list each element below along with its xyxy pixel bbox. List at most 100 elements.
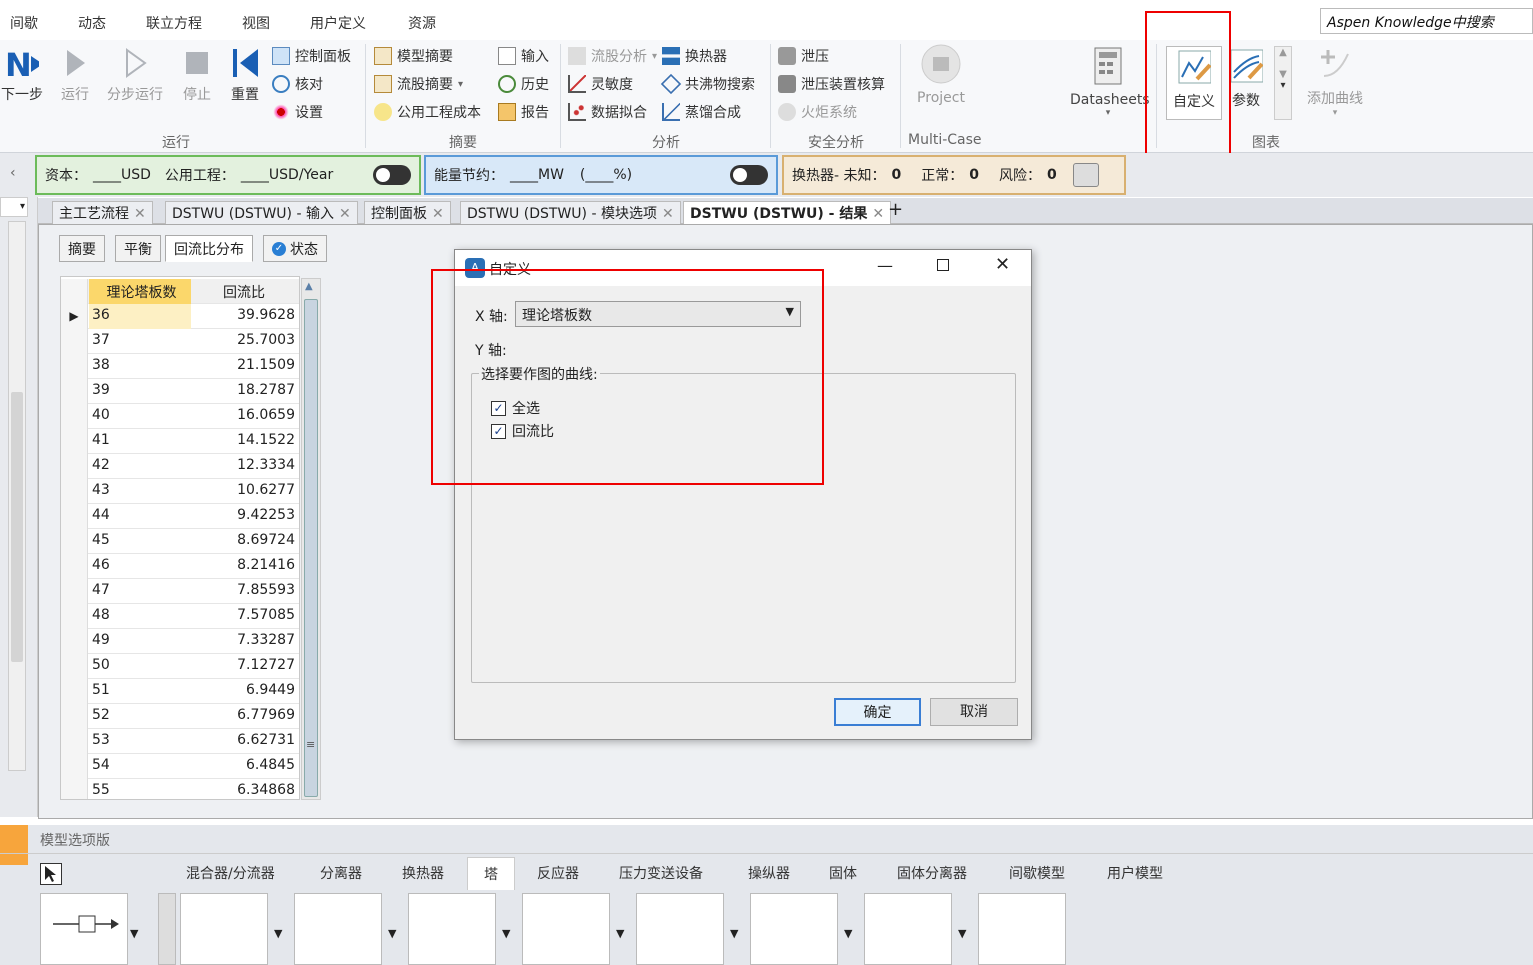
splitter-handle-icon[interactable]: ≡ (306, 738, 315, 751)
control-panel-button[interactable]: 控制面板 (272, 46, 351, 66)
palette-tab-batch[interactable]: 间歇模型 (1009, 863, 1065, 883)
add-curve-button[interactable]: 添加曲线 ▾ (1300, 44, 1370, 118)
left-scrollbar[interactable] (8, 221, 26, 771)
chevron-down-icon[interactable]: ▼ (616, 927, 624, 940)
table-row[interactable]: 49 7.33287 (61, 629, 299, 654)
stage-cell[interactable]: 40 (89, 407, 191, 423)
flare-system-button[interactable]: 火炬系统 (778, 102, 857, 122)
reflux-cell[interactable]: 6.9449 (193, 682, 297, 698)
next-step-button[interactable]: N 下一步 (0, 46, 44, 104)
row-header[interactable] (61, 504, 88, 529)
tab-main-flowsheet[interactable]: 主工艺流程 ✕ (52, 201, 153, 224)
reflux-cell[interactable]: 6.4845 (193, 757, 297, 773)
cancel-button[interactable]: 取消 (930, 698, 1018, 726)
row-header[interactable] (61, 329, 88, 354)
palette-side-tab[interactable] (0, 825, 28, 865)
close-icon[interactable]: ✕ (432, 206, 444, 222)
palette-tab-mixers[interactable]: 混合器/分流器 (186, 863, 275, 883)
ok-button[interactable]: 确定 (834, 698, 921, 726)
stage-cell[interactable]: 43 (89, 482, 191, 498)
row-header[interactable] (61, 754, 88, 779)
reflux-cell[interactable]: 6.34868 (193, 782, 297, 798)
extract-column-icon[interactable] (522, 893, 610, 965)
palette-tab-solid-separators[interactable]: 固体分离器 (897, 863, 967, 883)
stage-cell[interactable]: 49 (89, 632, 191, 648)
stage-cell[interactable]: 51 (89, 682, 191, 698)
table-row[interactable]: ▶ 36 39.9628 (61, 304, 299, 329)
reflux-cell[interactable]: 21.1509 (193, 357, 297, 373)
close-icon[interactable]: ✕ (134, 206, 146, 222)
row-header[interactable] (61, 554, 88, 579)
stage-cell[interactable]: 37 (89, 332, 191, 348)
reflux-cell[interactable]: 18.2787 (193, 382, 297, 398)
sensitivity-button[interactable]: 灵敏度 (568, 74, 633, 94)
subtab-balance[interactable]: 平衡 (115, 235, 161, 262)
reflux-cell[interactable]: 12.3334 (193, 457, 297, 473)
tab-dstwu-options[interactable]: DSTWU (DSTWU) - 模块选项 ✕ (460, 201, 681, 224)
table-row[interactable]: 51 6.9449 (61, 679, 299, 704)
table-row[interactable]: 44 9.42253 (61, 504, 299, 529)
add-tab-icon[interactable]: + (888, 199, 903, 220)
table-row[interactable]: 46 8.21416 (61, 554, 299, 579)
chevron-down-icon[interactable]: ▼ (388, 927, 396, 940)
row-header[interactable] (61, 654, 88, 679)
stage-cell[interactable]: 47 (89, 582, 191, 598)
dstwu-column-icon[interactable] (180, 893, 268, 965)
close-icon[interactable]: ✕ (995, 254, 1010, 275)
row-header[interactable] (61, 354, 88, 379)
stage-cell[interactable]: 48 (89, 607, 191, 623)
col-header-stages[interactable]: 理论塔板数 (89, 279, 191, 304)
row-header[interactable] (61, 429, 88, 454)
relief-button[interactable]: 泄压 (778, 46, 829, 66)
material-stream-icon[interactable] (40, 893, 128, 965)
run-button[interactable]: 运行 (58, 46, 92, 104)
table-row[interactable]: 48 7.57085 (61, 604, 299, 629)
multifrac-column-icon[interactable] (636, 893, 724, 965)
palette-tab-manipulators[interactable]: 操纵器 (748, 863, 790, 883)
azeotrope-search-button[interactable]: 共沸物搜索 (660, 73, 755, 95)
row-header[interactable] (61, 779, 88, 799)
collapse-left-icon[interactable]: ‹ (0, 153, 30, 197)
table-row[interactable]: 55 6.34868 (61, 779, 299, 799)
row-header[interactable] (61, 404, 88, 429)
stage-cell[interactable]: 38 (89, 357, 191, 373)
palette-tab-exchangers[interactable]: 换热器 (402, 863, 444, 883)
col-header-reflux[interactable]: 回流比 (193, 282, 297, 302)
reflux-cell[interactable]: 8.69724 (193, 532, 297, 548)
chevron-down-icon[interactable]: ▼ (958, 927, 966, 940)
table-row[interactable]: 40 16.0659 (61, 404, 299, 429)
table-row[interactable]: 43 10.6277 (61, 479, 299, 504)
reflux-cell[interactable]: 25.7003 (193, 332, 297, 348)
reflux-cell[interactable]: 10.6277 (193, 482, 297, 498)
table-row[interactable]: 54 6.4845 (61, 754, 299, 779)
reflux-cell[interactable]: 14.1522 (193, 432, 297, 448)
chevron-down-icon[interactable]: ▼ (274, 927, 282, 940)
reflux-cell[interactable]: 6.62731 (193, 732, 297, 748)
current-row-arrow-icon[interactable]: ▶ (61, 304, 88, 329)
concsep-column-icon[interactable] (978, 893, 1066, 965)
stage-cell[interactable]: 54 (89, 757, 191, 773)
stop-button[interactable]: 停止 (180, 46, 214, 104)
tab-control-panel[interactable]: 控制面板 ✕ (364, 201, 451, 224)
row-header[interactable] (61, 479, 88, 504)
row-header[interactable] (61, 629, 88, 654)
chevron-down-icon[interactable]: ▼ (844, 927, 852, 940)
subtab-status[interactable]: ✓ 状态 (263, 235, 327, 262)
tab-dstwu-results[interactable]: DSTWU (DSTWU) - 结果 ✕ (683, 201, 892, 224)
stage-cell[interactable]: 36 (89, 304, 191, 329)
capital-toggle[interactable] (373, 165, 411, 185)
table-row[interactable]: 41 14.1522 (61, 429, 299, 454)
reflux-cell[interactable]: 7.57085 (193, 607, 297, 623)
energy-toggle[interactable] (730, 165, 768, 185)
radfrac-column-icon[interactable] (408, 893, 496, 965)
hx-dropdown-icon[interactable] (1072, 163, 1099, 187)
table-row[interactable]: 39 18.2787 (61, 379, 299, 404)
reflux-cell[interactable]: 8.21416 (193, 557, 297, 573)
table-row[interactable]: 37 25.7003 (61, 329, 299, 354)
step-run-button[interactable]: 分步运行 (104, 46, 166, 104)
table-row[interactable]: 38 21.1509 (61, 354, 299, 379)
history-button[interactable]: 历史 (498, 74, 549, 94)
menu-custom[interactable]: 用户定义 (310, 13, 366, 33)
reflux-cell[interactable]: 39.9628 (193, 307, 297, 323)
table-scrollbar[interactable]: ▲ (301, 278, 321, 800)
